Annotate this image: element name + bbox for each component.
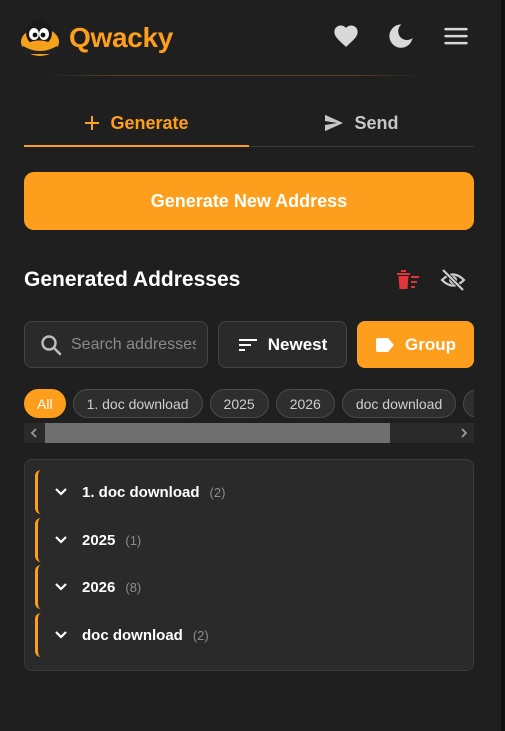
- scroll-right-icon[interactable]: [458, 427, 470, 439]
- chip-doc-download[interactable]: doc download: [341, 389, 457, 418]
- tab-send-label: Send: [354, 112, 399, 133]
- group-count: (8): [125, 579, 142, 595]
- scrollbar-thumb[interactable]: [45, 423, 390, 443]
- group-name: 2026: [82, 578, 116, 596]
- moon-icon[interactable]: [387, 22, 415, 50]
- group-count: (2): [192, 627, 209, 643]
- group-row[interactable]: doc download (2): [35, 613, 463, 657]
- search-icon: [41, 334, 62, 355]
- scroll-left-icon[interactable]: [28, 427, 40, 439]
- app-brand: Qwacky: [69, 22, 174, 53]
- chips-scrollbar[interactable]: [24, 423, 474, 443]
- group-button[interactable]: Group: [357, 321, 474, 368]
- group-name: 1. doc download: [82, 483, 200, 501]
- header-divider: [44, 75, 424, 76]
- send-icon: [325, 114, 344, 132]
- search-box: [24, 321, 208, 368]
- chip-2026[interactable]: 2026: [275, 389, 335, 418]
- window-edge: [501, 0, 505, 731]
- active-tab-indicator: [24, 145, 249, 147]
- menu-icon[interactable]: [442, 22, 470, 50]
- chip-truncated[interactable]: U: [463, 389, 474, 418]
- chevron-down-icon: [55, 488, 67, 496]
- chevron-down-icon: [55, 536, 67, 544]
- tab-send[interactable]: Send: [249, 100, 474, 146]
- group-label: Group: [405, 334, 456, 354]
- eye-off-icon[interactable]: [440, 267, 466, 293]
- sort-button[interactable]: Newest: [218, 321, 347, 368]
- group-row[interactable]: 2025 (1): [35, 518, 463, 562]
- groups-panel: 1. doc download (2) 2025 (1) 2026 (8) do…: [24, 459, 474, 671]
- tag-icon: [376, 337, 394, 352]
- delete-list-icon[interactable]: [395, 267, 421, 293]
- chip-all[interactable]: All: [24, 389, 66, 418]
- sort-icon: [238, 338, 257, 351]
- generate-address-button[interactable]: Generate New Address: [24, 172, 474, 230]
- duck-logo-icon: [21, 20, 59, 56]
- group-name: doc download: [82, 626, 183, 644]
- chip-2025[interactable]: 2025: [209, 389, 269, 418]
- group-name: 2025: [82, 531, 116, 549]
- tab-generate-label: Generate: [110, 112, 189, 133]
- tab-generate[interactable]: Generate: [24, 100, 249, 146]
- group-row[interactable]: 2026 (8): [35, 565, 463, 609]
- plus-icon: [85, 116, 100, 130]
- mode-tabs: Generate Send: [24, 100, 474, 147]
- chip-1-doc-download[interactable]: 1. doc download: [72, 389, 203, 418]
- chevron-down-icon: [55, 631, 67, 639]
- sort-label: Newest: [267, 334, 328, 354]
- group-count: (2): [209, 484, 226, 500]
- section-title: Generated Addresses: [24, 268, 241, 291]
- search-input[interactable]: [71, 335, 196, 354]
- filter-chips: All 1. doc download 2025 2026 doc downlo…: [24, 389, 474, 419]
- app-header: Qwacky: [0, 0, 500, 76]
- heart-icon[interactable]: [332, 22, 360, 50]
- group-count: (1): [125, 532, 142, 548]
- group-row[interactable]: 1. doc download (2): [35, 470, 463, 514]
- chevron-down-icon: [55, 583, 67, 591]
